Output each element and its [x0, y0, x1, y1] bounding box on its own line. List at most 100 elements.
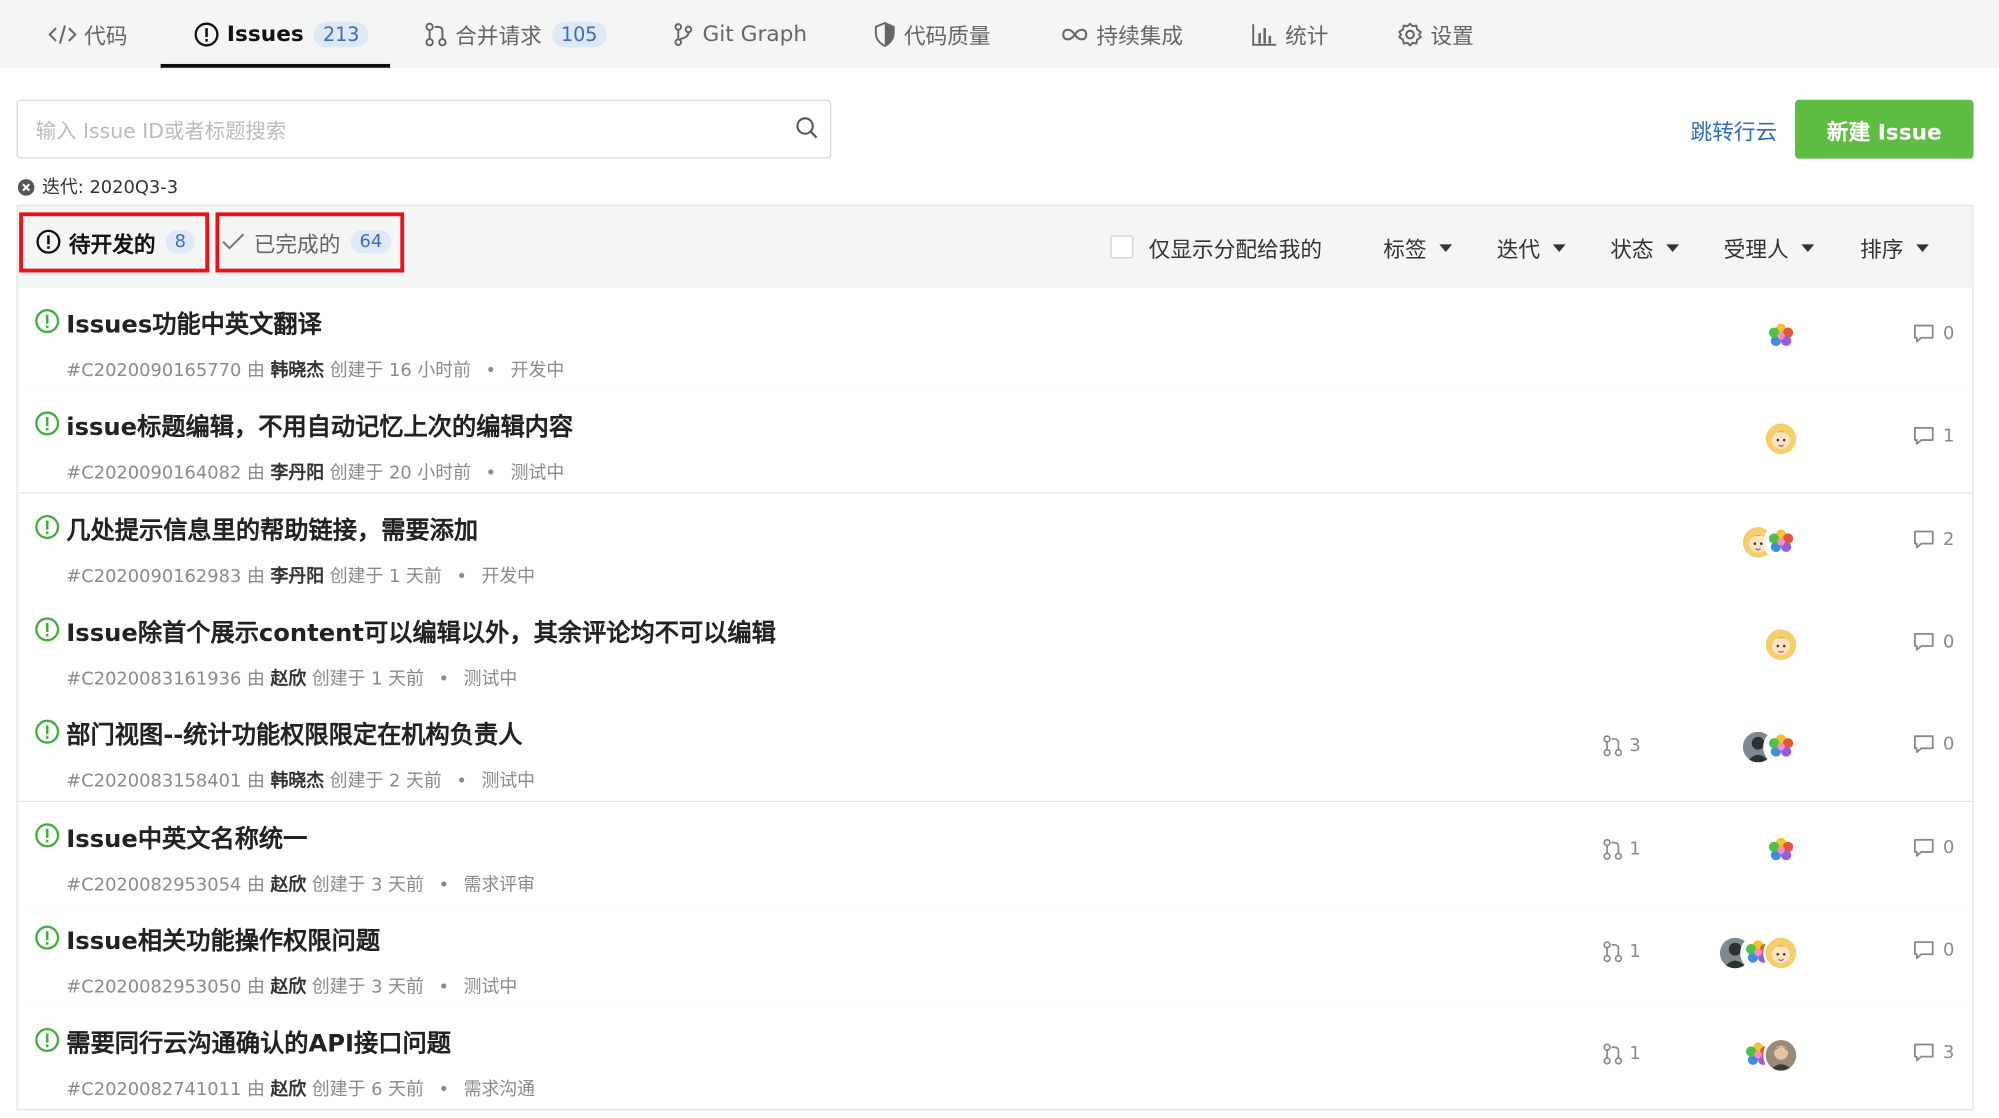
dropdown-label: 标签 — [1383, 237, 1427, 264]
comment-count-value: 0 — [1942, 939, 1955, 961]
tab-label: 持续集成 — [1096, 24, 1184, 50]
jump-to-xingyun-link[interactable]: 跳转行云 — [1691, 114, 1778, 146]
only-mine-checkbox[interactable] — [1110, 235, 1134, 259]
clear-filter-icon[interactable] — [17, 178, 35, 196]
comment-count[interactable]: 0 — [1912, 735, 1954, 755]
issue-meta: #C2020090165770 由 韩晓杰 创建于 16 小时前 • 开发中 — [66, 357, 564, 383]
issue-row[interactable]: 几处提示信息里的帮助链接，需要添加 #C2020090162983 由 李丹阳 … — [16, 493, 1974, 597]
assignee-avatars — [1763, 626, 1799, 663]
issue-author[interactable]: 赵欣 — [271, 874, 307, 894]
issue-title[interactable]: 部门视图--统计功能权限限定在机构负责人 — [66, 717, 522, 752]
issue-icon — [36, 229, 61, 254]
sort-dropdown[interactable]: 排序 — [1860, 232, 1929, 264]
caret-down-icon — [1916, 243, 1929, 252]
search-icon[interactable] — [794, 115, 819, 141]
open-issue-icon — [35, 309, 60, 334]
tab-issues[interactable]: Issues 213 — [194, 0, 369, 68]
comment-count[interactable]: 0 — [1912, 940, 1954, 960]
flower-avatar[interactable] — [1763, 729, 1799, 766]
issue-title[interactable]: Issue中英文名称统一 — [66, 819, 307, 854]
filter-tab-open[interactable]: 待开发的 8 — [36, 212, 195, 271]
issue-title[interactable]: Issue除首个展示content可以编辑以外，其余评论均不可以编辑 — [66, 614, 776, 649]
comment-count[interactable]: 3 — [1912, 1043, 1954, 1063]
comment-count[interactable]: 0 — [1912, 632, 1954, 652]
issue-id[interactable]: #C2020082741011 — [66, 1080, 241, 1100]
label-filter-dropdown[interactable]: 标签 — [1383, 232, 1453, 264]
issue-title[interactable]: issue标题编辑，不用自动记忆上次的编辑内容 — [66, 408, 573, 443]
linked-merge-requests[interactable]: 1 — [1603, 1043, 1641, 1066]
check-icon — [222, 233, 245, 250]
open-issue-icon — [35, 1028, 60, 1053]
girl-avatar[interactable] — [1763, 934, 1799, 971]
issues-page: 代码 Issues 213 合并请求 105 Git Graph 代码质量 持续… — [0, 0, 1999, 1118]
linked-merge-requests[interactable]: 1 — [1603, 837, 1641, 860]
issue-id[interactable]: #C2020090165770 — [66, 361, 241, 381]
iteration-filter-dropdown[interactable]: 迭代 — [1497, 232, 1566, 264]
tab-settings[interactable]: 设置 — [1397, 0, 1474, 68]
linked-merge-requests[interactable]: 1 — [1603, 940, 1641, 963]
status-filter-dropdown[interactable]: 状态 — [1610, 232, 1680, 264]
issue-row[interactable]: Issue除首个展示content可以编辑以外，其余评论均不可以编辑 #C202… — [16, 595, 1974, 700]
issue-id[interactable]: #C2020082953050 — [66, 977, 241, 997]
issue-title[interactable]: 需要同行云沟通确认的API接口问题 — [66, 1025, 451, 1060]
tab-code-quality[interactable]: 代码质量 — [873, 0, 991, 68]
filter-tab-done[interactable]: 已完成的 64 — [221, 212, 392, 271]
issue-author[interactable]: 李丹阳 — [271, 566, 325, 586]
man-avatar[interactable] — [1763, 1037, 1799, 1074]
issue-created: 创建于 16 小时前 — [329, 360, 471, 382]
issue-meta: #C2020083161936 由 赵欣 创建于 1 天前 • 测试中 — [66, 665, 517, 691]
tab-count-badge: 105 — [552, 21, 607, 47]
issue-author[interactable]: 赵欣 — [271, 669, 307, 689]
tab-git-graph[interactable]: Git Graph — [672, 0, 807, 68]
issue-author[interactable]: 韩晓杰 — [271, 361, 325, 381]
tab-ci[interactable]: 持续集成 — [1061, 0, 1183, 68]
comment-icon — [1914, 324, 1934, 343]
comment-count[interactable]: 1 — [1912, 426, 1954, 447]
issue-meta: #C2020083158401 由 韩晓杰 创建于 2 天前 • 测试中 — [66, 768, 535, 794]
issue-title[interactable]: 几处提示信息里的帮助链接，需要添加 — [66, 511, 478, 546]
only-mine-label[interactable]: 仅显示分配给我的 — [1149, 232, 1322, 264]
issue-created: 创建于 3 天前 — [311, 977, 424, 998]
issue-id[interactable]: #C2020090164082 — [66, 463, 241, 483]
flower-avatar[interactable] — [1763, 523, 1799, 560]
merge-request-icon — [425, 22, 447, 46]
issue-id[interactable]: #C2020083158401 — [66, 772, 241, 792]
comment-count[interactable]: 2 — [1912, 529, 1954, 550]
issue-row[interactable]: 部门视图--统计功能权限限定在机构负责人 #C2020083158401 由 韩… — [16, 698, 1974, 803]
flower-avatar[interactable] — [1763, 832, 1799, 868]
assignee-filter-dropdown[interactable]: 受理人 — [1724, 232, 1815, 264]
issue-row[interactable]: issue标题编辑，不用自动记忆上次的编辑内容 #C2020090164082 … — [16, 390, 1974, 495]
tab-label: 代码质量 — [903, 24, 991, 50]
new-issue-button[interactable]: 新建 Issue — [1795, 99, 1974, 159]
search-input[interactable] — [33, 112, 778, 149]
girl-avatar[interactable] — [1763, 626, 1799, 663]
dropdown-label: 迭代 — [1496, 237, 1541, 264]
tab-count-badge: 213 — [314, 21, 369, 47]
tab-merge-requests[interactable]: 合并请求 105 — [425, 0, 607, 68]
tab-code[interactable]: 代码 — [48, 0, 127, 68]
girl-avatar[interactable] — [1763, 421, 1799, 458]
project-tab-bar: 代码 Issues 213 合并请求 105 Git Graph 代码质量 持续… — [0, 0, 1999, 68]
comment-count[interactable]: 0 — [1912, 837, 1954, 858]
issue-title[interactable]: Issues功能中英文翻译 — [66, 306, 322, 341]
issue-row[interactable]: Issue中英文名称统一 #C2020082953054 由 赵欣 创建于 3 … — [16, 801, 1974, 906]
issue-id[interactable]: #C2020090162983 — [66, 566, 241, 586]
issue-title[interactable]: Issue相关功能操作权限问题 — [66, 922, 380, 957]
issue-id[interactable]: #C2020082953054 — [66, 874, 241, 894]
issue-row[interactable]: 需要同行云沟通确认的API接口问题 #C2020082741011 由 赵欣 创… — [16, 1006, 1974, 1111]
tab-label: Issues — [226, 21, 304, 47]
issue-author[interactable]: 赵欣 — [271, 977, 307, 997]
linked-merge-requests[interactable]: 3 — [1603, 735, 1641, 758]
issue-author[interactable]: 韩晓杰 — [271, 772, 325, 792]
issue-author[interactable]: 赵欣 — [271, 1080, 307, 1100]
issue-id[interactable]: #C2020083161936 — [66, 669, 241, 689]
open-issue-icon — [35, 617, 60, 642]
comment-count[interactable]: 0 — [1912, 324, 1954, 344]
issue-row[interactable]: Issues功能中英文翻译 #C2020090165770 由 韩晓杰 创建于 … — [16, 287, 1974, 392]
issue-row[interactable]: Issue相关功能操作权限问题 #C2020082953050 由 赵欣 创建于… — [16, 904, 1974, 1008]
merge-request-count: 1 — [1629, 941, 1641, 962]
issue-author[interactable]: 李丹阳 — [271, 463, 325, 483]
issue-created: 创建于 1 天前 — [311, 668, 424, 690]
flower-avatar[interactable] — [1763, 318, 1799, 355]
tab-stats[interactable]: 统计 — [1252, 0, 1328, 68]
